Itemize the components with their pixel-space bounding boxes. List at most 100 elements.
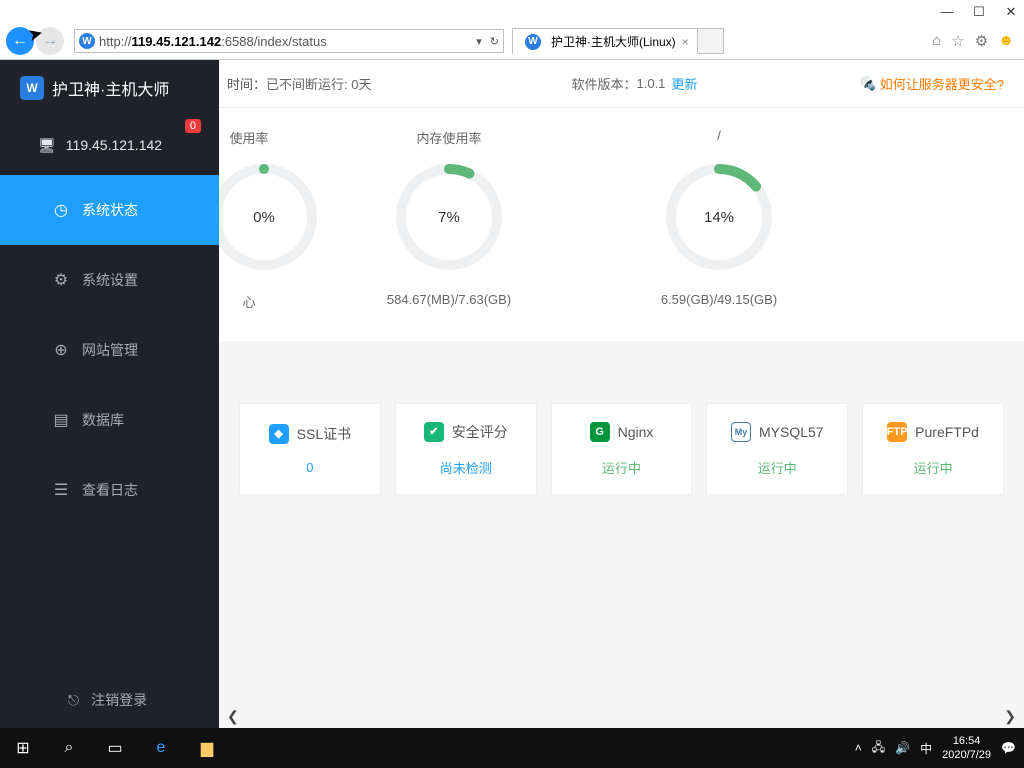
gauge-disk: / 14% 6.59(GB)/49.15(GB) [609, 128, 829, 311]
status-icon: ◷ [52, 200, 70, 220]
search-button[interactable]: ⌕ [46, 728, 92, 768]
logout-label: 注销登录 [91, 690, 147, 710]
gauge-percent: 0% [219, 162, 319, 272]
horizontal-scrollbar[interactable]: ❮ ❯ [219, 704, 1024, 728]
scroll-right-icon[interactable]: ❯ [1004, 708, 1016, 725]
address-bar[interactable]: W http://119.45.121.142:6588/index/statu… [74, 29, 504, 53]
uptime-value: 已不间断运行: 0天 [266, 74, 371, 93]
sidebar-menu: ◷ 系统状态 ⚙ 系统设置 ⊕ 网站管理 ▤ 数据库 ☰ 查看日志 [0, 175, 219, 525]
system-tray: ˄ 🖧 🔊 中 16:542020/7/29 💬 [855, 734, 1024, 762]
tray-network-icon[interactable]: 🖧 [872, 738, 885, 759]
card-status: 运行中 [758, 458, 797, 477]
browser-right-icons: ⌂ ☆ ⚙ ☻ [932, 32, 1024, 50]
start-button[interactable]: ⊞ [0, 728, 46, 768]
logout-button[interactable]: ⎋ 注销登录 [0, 672, 219, 728]
gauge-title: 内存使用率 [339, 128, 559, 144]
window-close[interactable]: ✕ [1004, 5, 1018, 19]
brand-shield-icon: W [20, 76, 44, 100]
card-mysql[interactable]: MyMYSQL57 运行中 [706, 403, 848, 495]
notification-badge: 0 [185, 119, 201, 133]
gauge-memory: 内存使用率 7% 584.67(MB)/7.63(GB) [339, 128, 559, 311]
home-icon[interactable]: ⌂ [932, 32, 941, 50]
sidebar-item-label: 数据库 [82, 410, 124, 430]
sidebar: W 护卫神·主机大师 🖥 119.45.121.142 0 ◷ 系统状态 ⚙ 系… [0, 60, 219, 728]
taskbar-clock[interactable]: 16:542020/7/29 [942, 734, 991, 762]
gauge-title: / [609, 128, 829, 144]
new-tab-button[interactable] [698, 28, 724, 54]
log-icon: ☰ [52, 480, 70, 500]
smiley-icon[interactable]: ☻ [998, 32, 1014, 50]
gauge-percent: 14% [664, 162, 774, 272]
info-bar: 时间： 已不间断运行: 0天 软件版本： 1.0.1 更新 🔊 如何让服务器更安… [219, 60, 1024, 108]
security-tip-link[interactable]: 🔊 如何让服务器更安全? [860, 74, 1004, 93]
speaker-icon: 🔊 [860, 76, 876, 92]
settings-icon[interactable]: ⚙ [975, 32, 988, 50]
site-favicon: W [79, 33, 95, 49]
window-maximize[interactable]: ☐ [972, 5, 986, 19]
sidebar-item-database[interactable]: ▤ 数据库 [0, 385, 219, 455]
gauge-footer: 584.67(MB)/7.63(GB) [339, 292, 559, 307]
shield-icon: ◆ [269, 424, 289, 444]
card-name: SSL证书 [297, 424, 351, 444]
card-ssl[interactable]: ◆ SSL证书 0 [239, 403, 381, 495]
service-cards: ◆ SSL证书 0 ✔安全评分 尚未检测 GNginx 运行中 MyMYSQL57… [219, 341, 1024, 515]
favorites-icon[interactable]: ☆ [951, 32, 964, 50]
refresh-icon[interactable]: ↻ [486, 35, 503, 48]
mysql-icon: My [731, 422, 751, 442]
browser-tab[interactable]: W 护卫神·主机大师(Linux) × [512, 28, 698, 54]
gauge-ring: 7% [394, 162, 504, 272]
url-text: http://119.45.121.142:6588/index/status [99, 34, 472, 49]
window-minimize[interactable]: — [940, 5, 954, 19]
tab-favicon: W [525, 34, 541, 50]
scroll-left-icon[interactable]: ❮ [227, 708, 239, 725]
card-pureftpd[interactable]: FTP PureFTPd 运行中 [862, 403, 1004, 495]
sidebar-item-label: 查看日志 [82, 480, 138, 500]
card-security[interactable]: ✔安全评分 尚未检测 [395, 403, 537, 495]
gear-icon: ⚙ [52, 270, 70, 290]
card-status: 运行中 [914, 458, 953, 477]
sidebar-item-logs[interactable]: ☰ 查看日志 [0, 455, 219, 525]
version-value: 1.0.1 [637, 76, 666, 91]
tab-close-icon[interactable]: × [682, 35, 689, 49]
server-ip-block[interactable]: 🖥 119.45.121.142 0 [0, 115, 219, 175]
taskview-button[interactable]: ▭ [92, 728, 138, 768]
globe-icon: ⊕ [52, 340, 70, 360]
windows-taskbar: ⊞ ⌕ ▭ e ▆ ˄ 🖧 🔊 中 16:542020/7/29 💬 [0, 728, 1024, 768]
sidebar-item-website[interactable]: ⊕ 网站管理 [0, 315, 219, 385]
browser-navbar: ← → W http://119.45.121.142:6588/index/s… [0, 23, 1024, 60]
tray-up-icon[interactable]: ˄ [855, 741, 862, 755]
main-content: 时间： 已不间断运行: 0天 软件版本： 1.0.1 更新 🔊 如何让服务器更安… [219, 60, 1024, 728]
gauge-title: 使用率 [219, 128, 289, 144]
logout-icon: ⎋ [68, 692, 79, 709]
card-status: 尚未检测 [440, 458, 492, 477]
database-icon: ▤ [52, 410, 70, 430]
tray-volume-icon[interactable]: 🔊 [895, 741, 910, 755]
gauge-ring: 14% [664, 162, 774, 272]
back-button[interactable]: ← [6, 27, 34, 55]
gauge-footer: 心 [219, 292, 289, 311]
card-name: Nginx [618, 424, 654, 440]
version-label: 软件版本： [571, 74, 636, 93]
card-nginx[interactable]: GNginx 运行中 [551, 403, 693, 495]
url-dropdown-icon[interactable]: ▾ [472, 35, 486, 48]
brand-title: 护卫神·主机大师 [52, 76, 169, 100]
card-status: 0 [306, 460, 313, 475]
card-name: 安全评分 [452, 422, 508, 442]
taskbar-explorer-icon[interactable]: ▆ [184, 728, 230, 768]
gauge-cpu: 使用率 0% 心 [219, 128, 289, 311]
sidebar-item-label: 系统设置 [82, 270, 138, 290]
tab-title: 护卫神·主机大师(Linux) [551, 33, 676, 50]
window-titlebar: — ☐ ✕ [0, 0, 1024, 23]
ftp-icon: FTP [887, 422, 907, 442]
tray-notifications-icon[interactable]: 💬 [1001, 741, 1016, 755]
card-name: PureFTPd [915, 424, 979, 440]
taskbar-ie-icon[interactable]: e [138, 728, 184, 768]
uptime-label: 时间： [227, 74, 266, 93]
sidebar-item-status[interactable]: ◷ 系统状态 [0, 175, 219, 245]
tray-ime[interactable]: 中 [920, 740, 932, 757]
forward-button[interactable]: → [36, 27, 64, 55]
update-link[interactable]: 更新 [671, 74, 697, 93]
sidebar-item-settings[interactable]: ⚙ 系统设置 [0, 245, 219, 315]
gauge-ring: 0% [219, 162, 319, 272]
sidebar-item-label: 系统状态 [82, 200, 138, 220]
